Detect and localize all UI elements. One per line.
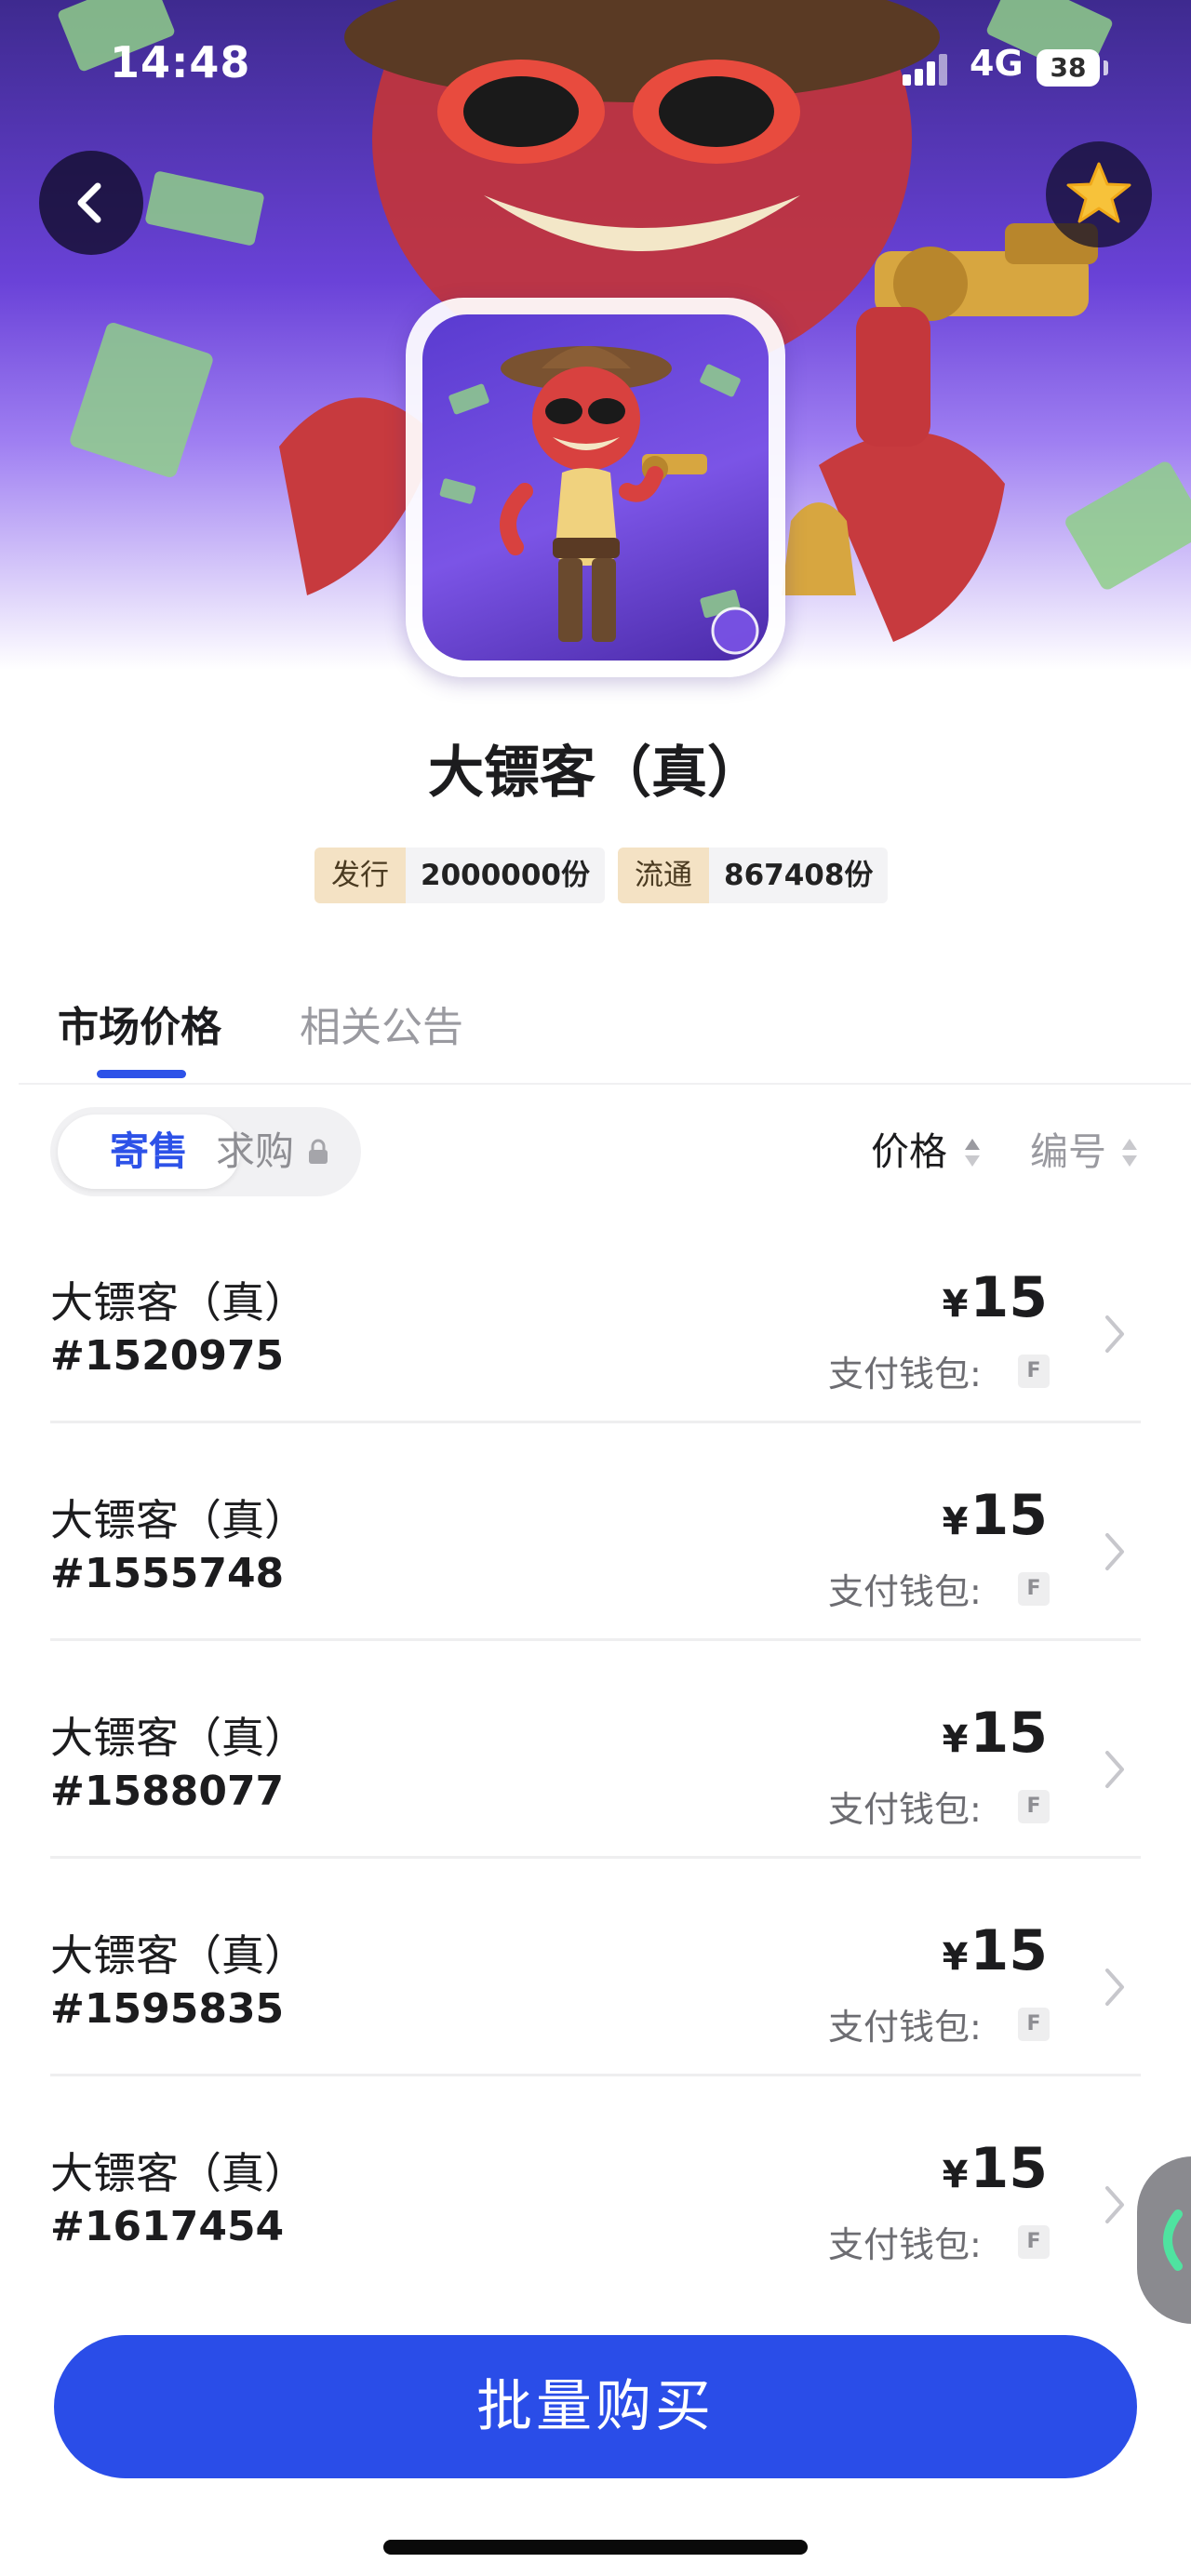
- listing-number: #1595835: [50, 1985, 285, 2033]
- chevron-left-icon: [77, 182, 101, 223]
- bulk-buy-button[interactable]: 批量购买: [54, 2335, 1137, 2478]
- issued-label: 发行: [314, 848, 406, 903]
- wallet-label: 支付钱包:: [828, 2007, 982, 2048]
- issued-value: 2000000份: [406, 848, 605, 903]
- listing-name: 大镖客（真）: [50, 1930, 307, 1981]
- issued-chip: 发行 2000000份: [314, 848, 605, 903]
- battery-cap: [1104, 60, 1108, 75]
- listing-price: ¥15: [943, 1265, 1048, 1330]
- wallet-label: 支付钱包:: [828, 1571, 982, 1612]
- listing-name: 大镖客（真）: [50, 1277, 307, 1328]
- chevron-right-icon: [1105, 2186, 1124, 2223]
- wallet-badge: F: [1018, 2008, 1050, 2041]
- price-value: 15: [970, 2136, 1049, 2201]
- listing-price: ¥15: [943, 1701, 1048, 1766]
- wallet-label: 支付钱包:: [828, 1789, 982, 1830]
- segment-on-sale[interactable]: 寄售: [58, 1114, 240, 1189]
- listing-row[interactable]: 大镖客（真） #1588077 ¥15 支付钱包: F: [0, 1641, 1191, 1859]
- tabs-divider: [19, 1083, 1191, 1085]
- wallet-badge: F: [1018, 1572, 1050, 1606]
- currency-symbol: ¥: [942, 1283, 969, 1326]
- listing-number: #1520975: [50, 1332, 285, 1380]
- supply-info: 发行 2000000份 流通 867408份: [314, 848, 889, 903]
- floating-assist-button[interactable]: [1137, 2156, 1191, 2324]
- listing-row[interactable]: 大镖客（真） #1520975 ¥15 支付钱包: F: [0, 1206, 1191, 1423]
- price-value: 15: [970, 1265, 1049, 1330]
- price-value: 15: [970, 1483, 1049, 1548]
- listing-number: #1617454: [50, 2203, 285, 2250]
- active-tab-indicator: [97, 1070, 186, 1078]
- price-value: 15: [970, 1918, 1049, 1983]
- signal-icon: [903, 54, 951, 86]
- listing-price: ¥15: [943, 1483, 1048, 1548]
- collectible-image: [422, 314, 769, 661]
- listing-row[interactable]: 大镖客（真） #1555748 ¥15 支付钱包: F: [0, 1423, 1191, 1641]
- chevron-right-icon: [1105, 1315, 1124, 1353]
- sort-arrows-icon: [1122, 1139, 1137, 1167]
- status-time: 14:48: [110, 37, 251, 87]
- listing-number: #1588077: [50, 1768, 285, 1815]
- segment-wanted[interactable]: 求购: [216, 1114, 294, 1189]
- wallet-badge: F: [1018, 1790, 1050, 1823]
- currency-symbol: ¥: [942, 1718, 969, 1761]
- sort-by-number[interactable]: 编号: [1030, 1124, 1137, 1180]
- back-button[interactable]: [39, 151, 143, 255]
- collectible-title: 大镖客（真）: [428, 741, 763, 806]
- tab-bar: 市场价格 相关公告: [0, 977, 1191, 1085]
- circulating-chip: 流通 867408份: [618, 848, 889, 903]
- tab-announcements[interactable]: 相关公告: [300, 994, 463, 1053]
- sort-arrows-icon: [965, 1139, 980, 1167]
- headset-icon: [1163, 2209, 1183, 2271]
- wallet-badge: F: [1018, 2225, 1050, 2259]
- listing-row[interactable]: 大镖客（真） #1617454 ¥15 支付钱包: F: [0, 2076, 1191, 2294]
- tab-market-price[interactable]: 市场价格: [58, 994, 221, 1053]
- wallet-badge: F: [1018, 1355, 1050, 1388]
- listing-name: 大镖客（真）: [50, 2148, 307, 2198]
- wallet-label: 支付钱包:: [828, 2224, 982, 2265]
- chevron-right-icon: [1105, 1969, 1124, 2006]
- status-bar: 14:48 4G 38: [0, 0, 1191, 140]
- sort-price-label: 价格: [871, 1129, 947, 1174]
- circulating-label: 流通: [618, 848, 709, 903]
- network-type: 4G: [970, 43, 1024, 84]
- currency-symbol: ¥: [942, 1501, 969, 1543]
- wallet-label: 支付钱包:: [828, 1354, 982, 1395]
- lock-icon: [309, 1139, 328, 1164]
- listing-price: ¥15: [943, 2136, 1048, 2201]
- battery-icon: 38: [1037, 49, 1100, 87]
- listing-row[interactable]: 大镖客（真） #1595835 ¥15 支付钱包: F: [0, 1859, 1191, 2076]
- currency-symbol: ¥: [942, 1936, 969, 1979]
- collectible-thumbnail: [406, 298, 785, 677]
- sort-by-price[interactable]: 价格: [871, 1124, 980, 1180]
- home-indicator: [383, 2540, 808, 2555]
- listing-name: 大镖客（真）: [50, 1495, 307, 1545]
- listing-price: ¥15: [943, 1918, 1048, 1983]
- sort-number-label: 编号: [1030, 1129, 1106, 1174]
- favorite-button[interactable]: [1046, 141, 1152, 247]
- snake-cowboy-illustration: [439, 346, 759, 655]
- currency-symbol: ¥: [942, 2154, 969, 2196]
- price-value: 15: [970, 1701, 1049, 1766]
- chevron-right-icon: [1105, 1751, 1124, 1788]
- circulating-value: 867408份: [709, 848, 889, 903]
- listing-number: #1555748: [50, 1550, 285, 1597]
- chevron-right-icon: [1105, 1533, 1124, 1570]
- listing-name: 大镖客（真）: [50, 1713, 307, 1763]
- star-icon: [1066, 162, 1131, 223]
